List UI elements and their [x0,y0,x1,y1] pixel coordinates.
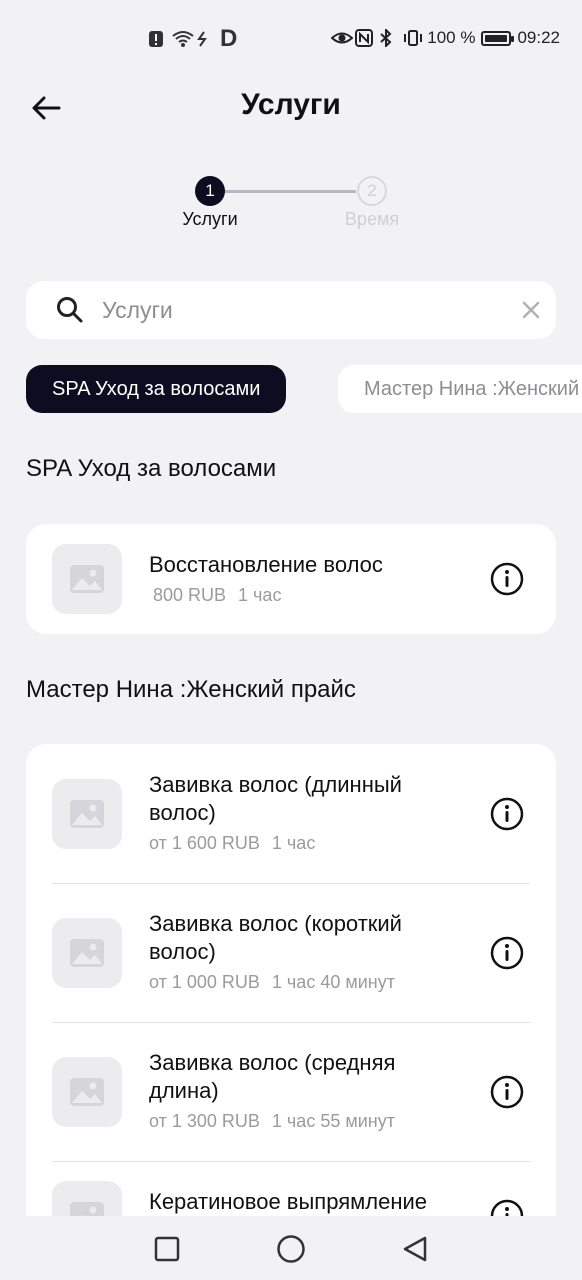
status-bar: D 100 % 09:22 [0,0,582,80]
step-2-label: Время [344,209,400,229]
page-title: Услуги [241,88,341,121]
service-price: 800 RUB [153,585,227,605]
service-price: от 1 000 RUB [149,972,260,992]
clock: 09:22 [517,28,560,47]
services-card-master-nina: Завивка волос (длинный волос) от 1 600 R… [26,744,556,1216]
step-1-label: Услуги [182,209,238,229]
vibrate-icon [403,29,423,47]
service-item[interactable]: Завивка волос (короткий волос) от 1 000 … [26,883,556,1022]
info-icon[interactable] [490,562,524,596]
service-duration: 1 час [271,833,316,853]
info-icon[interactable] [490,1075,524,1109]
service-item[interactable]: Восстановление волос 800 RUB 1 час [26,524,556,634]
alert-icon [148,30,166,48]
status-left-icons: D [148,25,238,52]
service-name: Завивка волос (длинный волос) [149,772,402,825]
service-item[interactable]: Завивка волос (длинный волос) от 1 600 R… [26,744,556,883]
step-2-indicator[interactable]: 2 [357,176,387,206]
service-text: Восстановление волос 800 RUB 1 час [149,551,466,606]
service-name: Кератиновое выпрямление [149,1189,427,1214]
search-input[interactable] [102,296,502,324]
service-name: Завивка волос (короткий волос) [149,911,402,964]
service-name: Восстановление волос [149,552,383,577]
info-icon[interactable] [490,797,524,831]
step-1-indicator[interactable]: 1 [195,176,225,206]
data-transfer-icon [196,30,214,48]
category-chips: SPA Уход за волосами Мастер Нина :Женски… [26,365,582,415]
service-duration: 1 час [238,585,282,605]
service-meta: от 1 300 RUB 1 час 55 минут [149,1111,466,1132]
service-meta: от 1 600 RUB 1 час [149,833,466,854]
search-bar [26,281,556,339]
service-item[interactable]: Кератиновое выпрямление [26,1161,556,1216]
stepper-connector [224,190,356,193]
service-meta: от 1 000 RUB 1 час 40 минут [149,972,466,993]
image-placeholder-icon [52,918,122,988]
info-icon[interactable] [490,1199,524,1216]
clear-search-icon[interactable] [520,299,542,321]
nfc-icon [355,29,374,47]
image-placeholder-icon [52,779,122,849]
system-nav-bar [0,1216,582,1280]
back-triangle-icon[interactable] [398,1232,432,1266]
image-placeholder-icon [52,1057,122,1127]
service-price: от 1 600 RUB [149,833,260,853]
service-name: Завивка волос (средняя длина) [149,1050,396,1103]
service-text: Кератиновое выпрямление [149,1188,466,1216]
carrier-glyph: D [220,25,238,52]
bluetooth-icon [379,27,397,49]
battery-icon [481,30,515,46]
search-icon [56,296,84,324]
service-duration: 1 час 40 минут [271,972,395,992]
image-placeholder-icon [52,544,122,614]
section-title-spa: SPA Уход за волосами [26,455,277,482]
eye-icon [330,29,354,47]
service-item[interactable]: Завивка волос (средняя длина) от 1 300 R… [26,1022,556,1161]
battery-percent: 100 % [427,28,476,47]
service-text: Завивка волос (длинный волос) от 1 600 R… [149,771,466,854]
home-circle-icon[interactable] [274,1232,308,1266]
services-card-spa: Восстановление волос 800 RUB 1 час [26,524,556,634]
wifi-icon [172,30,194,48]
service-text: Завивка волос (средняя длина) от 1 300 R… [149,1049,466,1132]
status-right-icons: 100 % 09:22 [330,27,560,49]
service-meta: 800 RUB 1 час [149,585,466,606]
chip-spa-hair-care[interactable]: SPA Уход за волосами [26,365,287,413]
recents-square-icon[interactable] [150,1232,184,1266]
service-price: от 1 300 RUB [149,1111,260,1131]
info-icon[interactable] [490,936,524,970]
service-duration: 1 час 55 минут [271,1111,395,1131]
progress-stepper: 1 2 Услуги Время [0,176,582,236]
section-title-master-nina: Мастер Нина :Женский прайс [26,676,356,703]
service-text: Завивка волос (короткий волос) от 1 000 … [149,910,466,993]
chip-master-nina[interactable]: Мастер Нина :Женский прайс [338,365,582,413]
image-placeholder-icon [52,1181,122,1216]
